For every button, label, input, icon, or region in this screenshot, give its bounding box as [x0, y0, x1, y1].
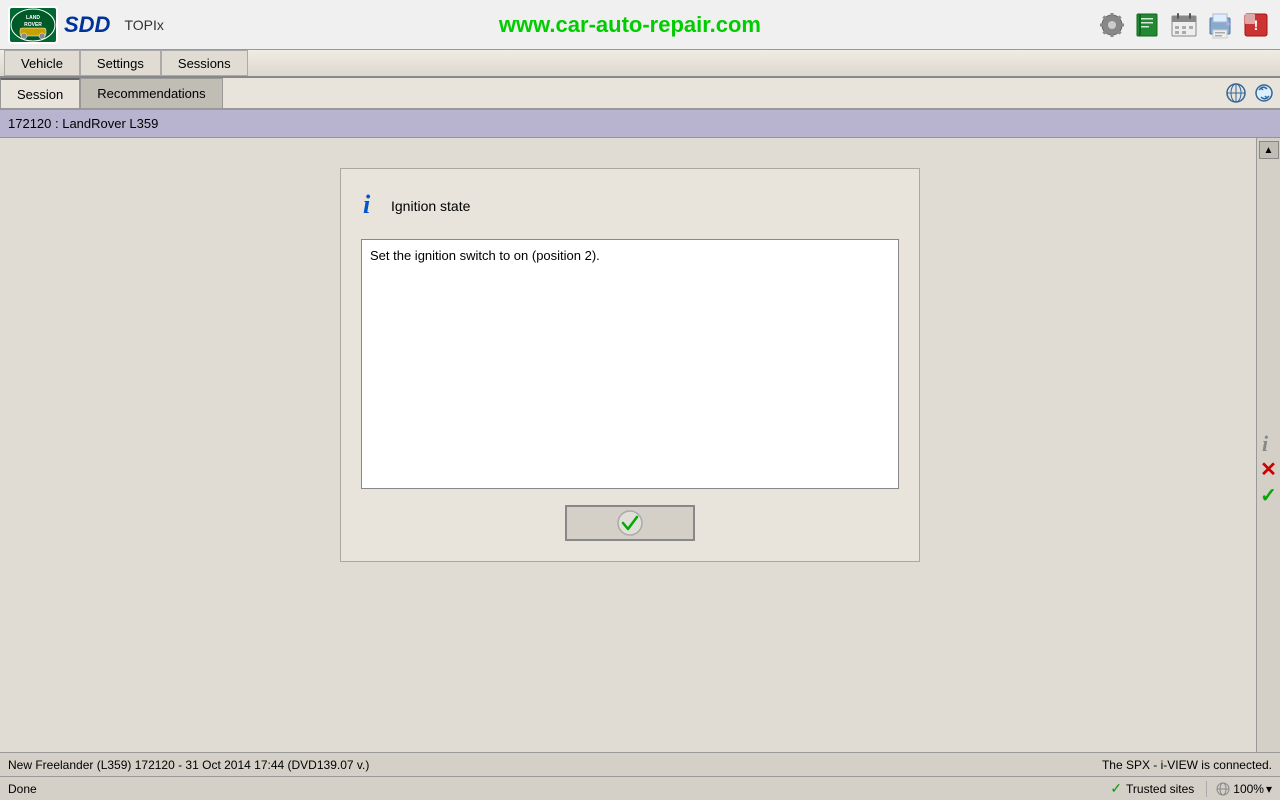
- svg-text:LAND: LAND: [26, 15, 40, 21]
- session-breadcrumb: 172120 : LandRover L359: [0, 110, 1280, 138]
- session-tab[interactable]: Session: [0, 78, 80, 108]
- website-label: www.car-auto-repair.com: [499, 12, 761, 38]
- dialog-message: Set the ignition switch to on (position …: [370, 248, 600, 263]
- zoom-area: 100% ▾: [1206, 781, 1272, 797]
- recommendations-tab[interactable]: Recommendations: [80, 78, 222, 108]
- done-label: Done: [8, 782, 37, 796]
- book-icon[interactable]: [1132, 9, 1164, 41]
- cancel-button[interactable]: ✕: [1259, 458, 1279, 480]
- calendar-icon[interactable]: [1168, 9, 1200, 41]
- network-icon[interactable]: [1224, 81, 1248, 105]
- trusted-check-icon: ✓: [1110, 780, 1122, 797]
- right-panel: ▲ i ✕ ✓ ▼: [1256, 138, 1280, 800]
- browserbar: Done ✓ Trusted sites 100% ▾: [0, 776, 1280, 800]
- svg-text:ROVER: ROVER: [24, 22, 42, 28]
- dialog-header: i Ignition state: [361, 189, 899, 223]
- refresh-icon[interactable]: [1252, 81, 1276, 105]
- vehicle-tab[interactable]: Vehicle: [4, 50, 80, 76]
- svg-text:i: i: [363, 190, 371, 217]
- toolbar-icons: !: [1096, 9, 1272, 41]
- dialog-footer: [361, 505, 899, 541]
- settings-tab[interactable]: Settings: [80, 50, 161, 76]
- sdd-label: SDD: [64, 12, 110, 38]
- status-text: New Freelander (L359) 172120 - 31 Oct 20…: [8, 758, 369, 772]
- right-info-icon[interactable]: i: [1259, 432, 1279, 454]
- svg-text:!: !: [1254, 17, 1259, 33]
- navbar: Session Recommendations: [0, 78, 1280, 110]
- status-connection: The SPX - i-VIEW is connected.: [1102, 758, 1272, 772]
- warning-icon[interactable]: !: [1240, 9, 1272, 41]
- globe-icon: [1215, 781, 1231, 797]
- trusted-sites-label: Trusted sites: [1126, 782, 1194, 796]
- toolbar: LAND ROVER SDD TOPIx www.car-auto-repair…: [0, 0, 1280, 50]
- confirm-button[interactable]: [565, 505, 695, 541]
- logo-area: LAND ROVER SDD TOPIx: [8, 6, 164, 44]
- settings-icon[interactable]: [1096, 9, 1128, 41]
- zoom-label: 100%: [1233, 782, 1264, 796]
- breadcrumb-text: 172120 : LandRover L359: [8, 116, 158, 131]
- dialog-content: Set the ignition switch to on (position …: [361, 239, 899, 489]
- print-icon[interactable]: [1204, 9, 1236, 41]
- topix-label: TOPIx: [124, 17, 163, 33]
- nav-right-icons: [1224, 81, 1280, 105]
- statusbar: New Freelander (L359) 172120 - 31 Oct 20…: [0, 752, 1280, 776]
- ie-nav-tabs: Vehicle Settings Sessions: [0, 50, 1280, 78]
- trusted-sites-area: ✓ Trusted sites 100% ▾: [1110, 780, 1272, 797]
- dialog-title: Ignition state: [391, 198, 470, 214]
- ignition-dialog: i Ignition state Set the ignition switch…: [340, 168, 920, 562]
- accept-button[interactable]: ✓: [1259, 484, 1279, 506]
- land-rover-logo: LAND ROVER: [8, 6, 58, 44]
- scroll-up-button[interactable]: ▲: [1259, 141, 1279, 159]
- content-area: i Ignition state Set the ignition switch…: [0, 138, 1256, 800]
- sessions-tab[interactable]: Sessions: [161, 50, 248, 76]
- zoom-arrow[interactable]: ▾: [1266, 782, 1272, 796]
- main-content: 172120 : LandRover L359 i Ignition state: [0, 110, 1280, 800]
- info-icon: i: [361, 189, 383, 223]
- svg-text:i: i: [1262, 431, 1269, 455]
